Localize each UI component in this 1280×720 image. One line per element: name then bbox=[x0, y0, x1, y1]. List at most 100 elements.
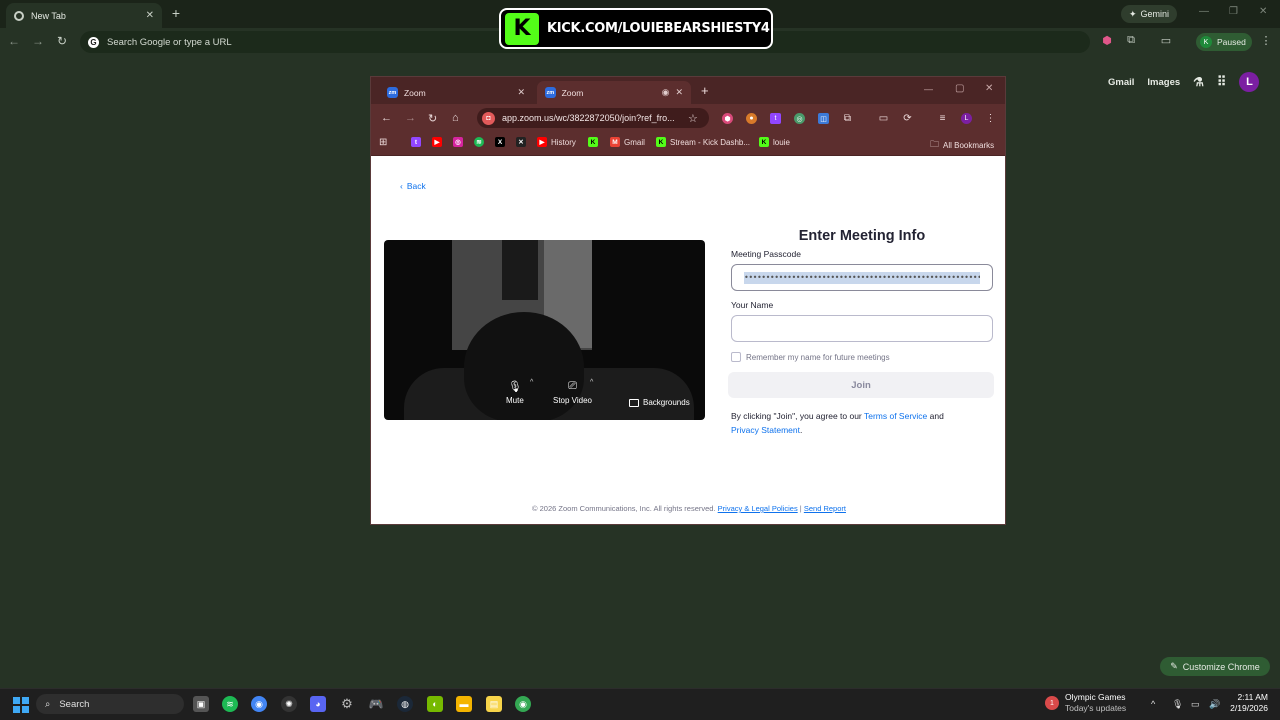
extensions-puzzle-icon[interactable]: ⧉ bbox=[1124, 34, 1138, 48]
search-label: Search bbox=[59, 698, 90, 710]
stop-video-button[interactable]: ⎚ Stop Video bbox=[553, 380, 592, 405]
inner-menu-kebab-icon[interactable]: ⋮ bbox=[985, 113, 996, 124]
tray-display-icon[interactable]: ▭ bbox=[1191, 699, 1200, 710]
steam-icon[interactable]: ◍ bbox=[397, 696, 413, 712]
extensions-puzzle-icon[interactable]: ⧉ bbox=[842, 113, 853, 124]
maximize-icon[interactable]: ❐ bbox=[1229, 6, 1238, 17]
taskbar-search[interactable]: ⌕ Search bbox=[36, 694, 184, 714]
profile-paused-button[interactable]: K Paused bbox=[1196, 33, 1252, 51]
chrome-profile-icon[interactable]: ◉ bbox=[251, 696, 267, 712]
terms-of-service-link[interactable]: Terms of Service bbox=[864, 411, 927, 421]
mute-options-caret-icon[interactable]: ^ bbox=[530, 379, 533, 386]
inner-back-icon[interactable]: ← bbox=[381, 112, 392, 124]
tray-mic-icon[interactable]: 🎙 bbox=[1172, 699, 1183, 710]
news-widget[interactable]: 1 Olympic Games Today's updates bbox=[1045, 692, 1126, 714]
gemini-button[interactable]: ✦ Gemini bbox=[1121, 5, 1177, 23]
inner-maximize-icon[interactable]: ▢ bbox=[955, 83, 964, 94]
ext-twitch-icon[interactable]: t bbox=[770, 113, 781, 124]
file-explorer-icon[interactable]: ▬ bbox=[456, 696, 472, 712]
windows-start-icon[interactable] bbox=[13, 697, 29, 713]
close-tab-icon[interactable]: ✕ bbox=[517, 87, 525, 98]
reload-icon[interactable]: ↻ bbox=[54, 34, 70, 48]
site-info-icon[interactable]: ◘ bbox=[482, 111, 495, 125]
menu-kebab-icon[interactable]: ⋮ bbox=[1259, 34, 1273, 48]
inner-browser-window: zm Zoom ✕ zm Zoom ◉ ✕ + — ▢ ✕ ← → ↻ ⌂ ◘ … bbox=[370, 76, 1006, 525]
passcode-input[interactable]: ••••••••••••••••••••••••••••••••••••••••… bbox=[731, 264, 993, 291]
close-window-icon[interactable]: ✕ bbox=[1259, 6, 1267, 17]
sticky-notes-icon[interactable]: ▤ bbox=[486, 696, 502, 712]
tray-chevron-up-icon[interactable]: ^ bbox=[1151, 699, 1155, 709]
bookmark-star-icon[interactable]: ☆ bbox=[688, 112, 698, 125]
send-report-link[interactable]: Send Report bbox=[804, 504, 846, 513]
all-bookmarks-folder[interactable]: 🗀 All Bookmarks bbox=[930, 137, 994, 153]
bookmark-gmail[interactable]: M Gmail bbox=[610, 137, 645, 147]
bookmark-louie[interactable]: K louie bbox=[759, 137, 790, 147]
gmail-link[interactable]: Gmail bbox=[1108, 77, 1134, 88]
ext-cookie-icon[interactable]: ● bbox=[746, 113, 757, 124]
bookmark-x[interactable]: X bbox=[495, 137, 505, 147]
sparkle-icon: ✦ bbox=[1128, 8, 1137, 19]
bookmark-twitch[interactable]: t bbox=[411, 137, 421, 147]
chatgpt-icon[interactable]: ✺ bbox=[281, 696, 297, 712]
bookmark-youtube[interactable]: ▶ bbox=[432, 137, 442, 147]
chrome-icon[interactable]: ◉ bbox=[515, 696, 531, 712]
outer-tab-new-tab[interactable]: New Tab ✕ bbox=[6, 3, 162, 28]
inner-tab-zoom-1[interactable]: zm Zoom ✕ bbox=[379, 81, 533, 104]
inner-close-icon[interactable]: ✕ bbox=[985, 83, 993, 94]
bookmark-instagram[interactable]: ◎ bbox=[453, 137, 463, 147]
inner-forward-icon[interactable]: → bbox=[405, 112, 416, 124]
remember-checkbox[interactable] bbox=[731, 352, 741, 362]
images-link[interactable]: Images bbox=[1147, 77, 1180, 88]
bookmark-app[interactable]: ✕ bbox=[516, 137, 526, 147]
cast-icon[interactable]: ▭ bbox=[1159, 34, 1173, 48]
back-arrow-icon[interactable]: ← bbox=[6, 34, 22, 48]
privacy-legal-link[interactable]: Privacy & Legal Policies bbox=[718, 504, 798, 513]
bookmark-kick[interactable]: K bbox=[588, 137, 598, 147]
labs-flask-icon[interactable]: ⚗ bbox=[1193, 75, 1204, 89]
capture-icon[interactable]: ⟳ bbox=[902, 113, 913, 124]
forward-arrow-icon[interactable]: → bbox=[30, 34, 46, 48]
inner-minimize-icon[interactable]: — bbox=[924, 84, 933, 94]
task-view-icon[interactable]: ▣ bbox=[193, 696, 209, 712]
taskbar-clock[interactable]: 2:11 AM 2/19/2026 bbox=[1228, 692, 1268, 714]
close-tab-icon[interactable]: ✕ bbox=[675, 87, 683, 98]
nvidia-icon[interactable]: ◐ bbox=[427, 696, 443, 712]
apps-grid-icon[interactable]: ⊞ bbox=[379, 137, 387, 148]
inner-profile-avatar[interactable]: L bbox=[961, 113, 972, 124]
close-tab-icon[interactable]: ✕ bbox=[146, 10, 154, 21]
inner-omnibox[interactable]: ◘ app.zoom.us/wc/3822872050/join?ref_fro… bbox=[477, 108, 709, 128]
inner-new-tab-icon[interactable]: + bbox=[701, 83, 709, 98]
tray-volume-icon[interactable]: 🔊 bbox=[1209, 699, 1220, 710]
kick-overlay-banner: K KICK.COM/LOUIEBEARSHIESTY4 bbox=[499, 8, 773, 49]
name-input[interactable] bbox=[731, 315, 993, 342]
clock-time: 2:11 AM bbox=[1237, 692, 1268, 702]
spotify-icon[interactable]: ≋ bbox=[222, 696, 238, 712]
privacy-statement-link[interactable]: Privacy Statement bbox=[731, 425, 800, 435]
inner-tab-zoom-2[interactable]: zm Zoom ◉ ✕ bbox=[537, 81, 691, 104]
mute-button[interactable]: 🎙 Mute bbox=[506, 380, 524, 405]
customize-chrome-button[interactable]: ✎ Customize Chrome bbox=[1160, 657, 1270, 676]
bookmark-spotify[interactable]: ≋ bbox=[474, 137, 484, 147]
back-link[interactable]: ‹ Back bbox=[400, 181, 426, 191]
reading-list-icon[interactable]: ≡ bbox=[937, 113, 948, 124]
video-options-caret-icon[interactable]: ^ bbox=[590, 379, 593, 386]
minimize-icon[interactable]: — bbox=[1199, 6, 1209, 17]
inner-home-icon[interactable]: ⌂ bbox=[452, 112, 459, 124]
cast-icon[interactable]: ▭ bbox=[878, 113, 889, 124]
apps-grid-icon[interactable]: ⠿ bbox=[1217, 74, 1227, 90]
backgrounds-button[interactable]: Backgrounds bbox=[629, 398, 690, 407]
bookmark-stream-kick[interactable]: K Stream - Kick Dashb... bbox=[656, 137, 750, 147]
discord-icon[interactable]: ◕ bbox=[310, 696, 326, 712]
ext-blue-icon[interactable]: ◫ bbox=[818, 113, 829, 124]
ext-circle-icon[interactable]: ◎ bbox=[794, 113, 805, 124]
ntp-account-avatar[interactable]: L bbox=[1239, 72, 1260, 92]
bookmark-history[interactable]: ▶ History bbox=[537, 137, 576, 147]
join-button[interactable]: Join bbox=[728, 372, 994, 398]
settings-gear-icon[interactable]: ⚙ bbox=[339, 696, 355, 712]
ext-shield-icon[interactable]: ⬢ bbox=[722, 113, 733, 124]
inner-reload-icon[interactable]: ↻ bbox=[428, 112, 437, 125]
extension-shield-icon[interactable]: ⬢ bbox=[1100, 34, 1114, 48]
remember-name-row[interactable]: Remember my name for future meetings bbox=[731, 352, 890, 362]
new-tab-button[interactable]: + bbox=[168, 5, 184, 21]
gamepad-icon[interactable]: 🎮 bbox=[368, 696, 384, 712]
